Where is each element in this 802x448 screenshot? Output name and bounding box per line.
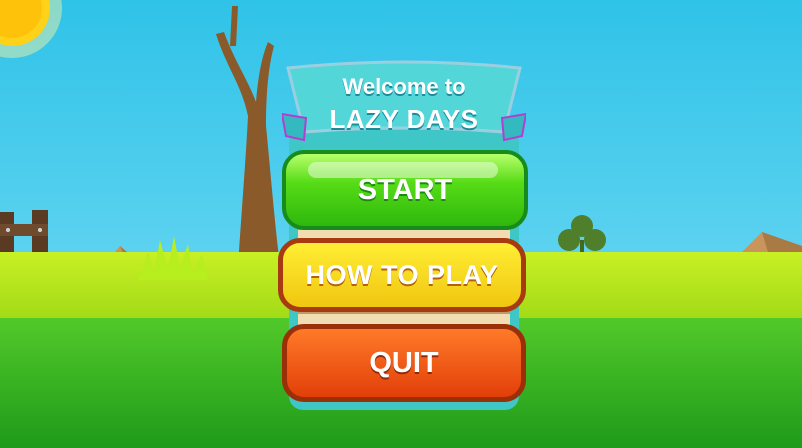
title-line-welcome: Welcome to <box>342 74 466 99</box>
title-line-game-name: LAZY DAYS <box>329 104 479 134</box>
how-to-play-button-label: HOW TO PLAY <box>305 259 499 290</box>
sun-icon <box>0 0 62 58</box>
quit-button[interactable]: QUIT <box>282 324 526 402</box>
how-to-play-button[interactable]: HOW TO PLAY <box>278 238 526 312</box>
game-scene: Welcome to LAZY DAYS START HOW TO PLAY Q… <box>0 0 802 448</box>
grass-tuft-icon <box>138 236 208 280</box>
start-button[interactable]: START <box>282 150 528 230</box>
title-text: Welcome to LAZY DAYS <box>282 72 526 136</box>
start-button-label: START <box>357 173 453 206</box>
quit-button-label: QUIT <box>369 346 439 379</box>
